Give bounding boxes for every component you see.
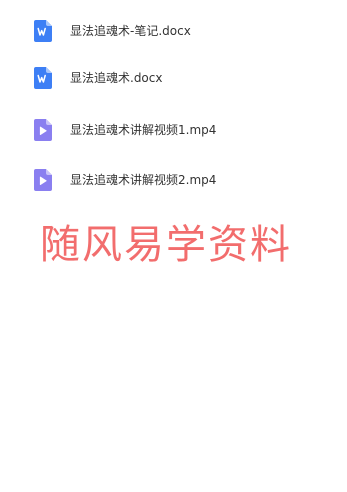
file-item-docx[interactable]: 显法追魂术.docx xyxy=(0,60,347,100)
word-doc-icon xyxy=(34,20,52,42)
word-doc-icon xyxy=(34,67,52,89)
file-item-notes-docx[interactable]: 显法追魂术-笔记.docx xyxy=(0,13,347,53)
watermark-text: 随风易学资料 xyxy=(40,222,292,268)
file-name: 显法追魂术讲解视频1.mp4 xyxy=(70,123,217,137)
file-name: 显法追魂术.docx xyxy=(70,71,163,85)
video-file-icon xyxy=(34,169,52,191)
file-name: 显法追魂术-笔记.docx xyxy=(70,24,191,38)
file-name: 显法追魂术讲解视频2.mp4 xyxy=(70,173,217,187)
file-item-video-2[interactable]: 显法追魂术讲解视频2.mp4 xyxy=(0,162,347,202)
video-file-icon xyxy=(34,119,52,141)
file-item-video-1[interactable]: 显法追魂术讲解视频1.mp4 xyxy=(0,112,347,152)
